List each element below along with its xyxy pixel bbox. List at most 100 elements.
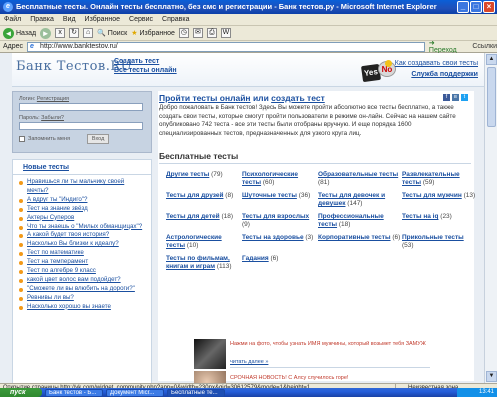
maximize-button[interactable]: □ <box>470 1 482 13</box>
twitter-icon[interactable]: t <box>461 94 468 101</box>
mail-icon[interactable]: ✉ <box>192 28 203 38</box>
category-count: (60) <box>262 179 275 186</box>
read-more-link[interactable]: читать далее » <box>230 359 268 365</box>
category-item[interactable]: Тесты по фильмам, книгам и играм (113) <box>166 255 242 271</box>
list-item[interactable]: Ревнивы ли вы? <box>19 294 147 303</box>
password-input[interactable] <box>19 122 143 130</box>
category-item[interactable]: Шуточные тесты (36) <box>242 192 318 208</box>
facebook-icon[interactable]: f <box>443 94 450 101</box>
header-links: Создать тест Все тесты онлайн <box>114 57 177 75</box>
taskbar-item[interactable]: Документ Micr... <box>106 388 164 397</box>
vertical-scrollbar[interactable]: ▲ ▼ <box>484 53 497 383</box>
category-count: (13) <box>463 192 476 199</box>
menu-edit[interactable]: Правка <box>30 14 54 25</box>
close-button[interactable]: × <box>483 1 495 13</box>
taskbar: пуск Банк тестов - Б... Документ Micr...… <box>0 388 497 397</box>
news-text[interactable]: СРОЧНАЯ НОВОСТЬ! С Алсу случилось горе! <box>230 375 348 381</box>
category-item[interactable]: Развлекательные тесты (59) <box>402 171 476 187</box>
news-thumbnail[interactable] <box>194 371 226 383</box>
taskbar-item[interactable]: Бесплатные те... <box>167 388 225 397</box>
register-link[interactable]: Регистрация <box>37 96 69 102</box>
category-count: (18) <box>338 221 351 228</box>
new-tests-title[interactable]: Новые тесты <box>13 160 151 175</box>
edit-icon[interactable]: W <box>220 28 231 38</box>
category-count: (6) <box>270 255 279 262</box>
category-item[interactable]: Тесты для девочек и девушек (147) <box>318 192 402 208</box>
create-test-heading-link[interactable]: создать тест <box>271 93 325 103</box>
category-item[interactable]: Корпоративные тесты (6) <box>318 234 402 250</box>
scroll-up-arrow-icon[interactable]: ▲ <box>486 54 497 65</box>
menu-file[interactable]: Файл <box>4 14 21 25</box>
favorites-button[interactable]: ★ Избранное <box>131 29 175 38</box>
social-buttons: f в t <box>443 94 468 101</box>
minimize-button[interactable]: _ <box>457 1 469 13</box>
list-item[interactable]: "Сможете ли вы влюбить на дороги?" <box>19 285 147 294</box>
category-count: (53) <box>402 242 414 249</box>
take-tests-link[interactable]: Пройти тесты онлайн <box>159 93 251 103</box>
category-item[interactable]: Тесты для взрослых (9) <box>242 213 318 229</box>
category-count: (79) <box>211 171 223 178</box>
list-item[interactable]: Насколько Вы близки к идеалу? <box>19 240 147 249</box>
forgot-link[interactable]: Забыли? <box>41 115 64 121</box>
login-button[interactable]: Вход <box>87 134 110 144</box>
category-item[interactable]: Образовательные тесты (81) <box>318 171 402 187</box>
category-item[interactable]: Астрологические тесты (10) <box>166 234 242 250</box>
menu-view[interactable]: Вид <box>63 14 76 25</box>
history-icon[interactable]: ◷ <box>178 28 189 38</box>
category-item[interactable]: Гадания (6) <box>242 255 318 271</box>
menu-favorites[interactable]: Избранное <box>85 14 120 25</box>
print-icon[interactable]: ⎙ <box>206 28 217 38</box>
links-button[interactable]: Ссылки <box>472 43 497 50</box>
create-test-link[interactable]: Создать тест <box>114 57 177 66</box>
list-item[interactable]: Что ты знаешь о "Милых обманщицах"? <box>19 223 147 232</box>
category-count: (36) <box>298 192 311 199</box>
category-name: Тесты для взрослых <box>242 213 310 220</box>
refresh-icon[interactable]: ↻ <box>69 28 80 38</box>
taskbar-item[interactable]: Банк тестов - Б... <box>45 388 103 397</box>
category-item[interactable]: Тесты на iq (23) <box>402 213 476 229</box>
category-item[interactable]: Тесты для друзей (8) <box>166 192 242 208</box>
category-name: Образовательные тесты <box>318 171 399 178</box>
list-item[interactable]: какой цвет волос вам подойдет? <box>19 276 147 285</box>
list-item[interactable]: Тест на темперамент <box>19 258 147 267</box>
scroll-thumb[interactable] <box>487 67 496 127</box>
category-item[interactable]: Прикольные тесты (53) <box>402 234 476 250</box>
left-column: Логин: Регистрация Пароль: Забыли? Запом… <box>12 91 152 383</box>
menu-tools[interactable]: Сервис <box>129 14 153 25</box>
vk-icon[interactable]: в <box>452 94 459 101</box>
news-thumbnail[interactable] <box>194 339 226 369</box>
news-text[interactable]: Нажми на фото, чтобы узнать ИМЯ мужчины,… <box>230 341 426 347</box>
how-to-create-link[interactable]: Как создавать свои тесты <box>384 58 478 69</box>
stop-icon[interactable]: x <box>55 28 66 38</box>
go-button[interactable]: ➜ Переход <box>429 39 464 54</box>
list-item[interactable]: Актеры Суперов <box>19 214 147 223</box>
menu-help[interactable]: Справка <box>162 14 189 25</box>
search-button[interactable]: 🔍 Поиск <box>97 29 127 38</box>
remember-checkbox[interactable] <box>19 136 25 142</box>
address-input[interactable]: http://www.banktestov.ru/ <box>27 41 425 52</box>
all-tests-link[interactable]: Все тесты онлайн <box>114 66 177 75</box>
scroll-down-arrow-icon[interactable]: ▼ <box>486 371 497 382</box>
start-button[interactable]: пуск <box>0 388 42 397</box>
section-title: Бесплатные тесты <box>159 151 239 161</box>
back-button[interactable]: ◄ Назад <box>3 27 36 39</box>
home-icon[interactable]: ⌂ <box>83 28 94 38</box>
category-item[interactable]: Тесты для мужчин (13) <box>402 192 476 208</box>
category-item[interactable]: Другие тесты (79) <box>166 171 242 187</box>
list-item[interactable]: А какой будет твоя история? <box>19 231 147 240</box>
list-item[interactable]: Тест на знание звёзд <box>19 205 147 214</box>
star-icon <box>384 59 392 67</box>
list-item[interactable]: Тест по алгебре 9 класс <box>19 267 147 276</box>
address-label: Адрес <box>3 43 24 50</box>
forward-arrow-icon[interactable]: ► <box>40 27 52 39</box>
support-link[interactable]: Служба поддержки <box>385 69 478 80</box>
category-item[interactable]: Тесты на здоровье (3) <box>242 234 318 250</box>
list-item[interactable]: Насколько хорошо вы знаете <box>19 303 147 312</box>
list-item[interactable]: А вдруг ты "Индиго"? <box>19 196 147 205</box>
category-item[interactable]: Психологические тесты (60) <box>242 171 318 187</box>
login-input[interactable] <box>19 103 143 111</box>
list-item[interactable]: Тест по математике <box>19 249 147 258</box>
category-item[interactable]: Профессиональные тесты (18) <box>318 213 402 229</box>
list-item[interactable]: Нравишься ли ты мальчику своей мечты? <box>19 178 147 196</box>
category-item[interactable]: Тесты для детей (18) <box>166 213 242 229</box>
